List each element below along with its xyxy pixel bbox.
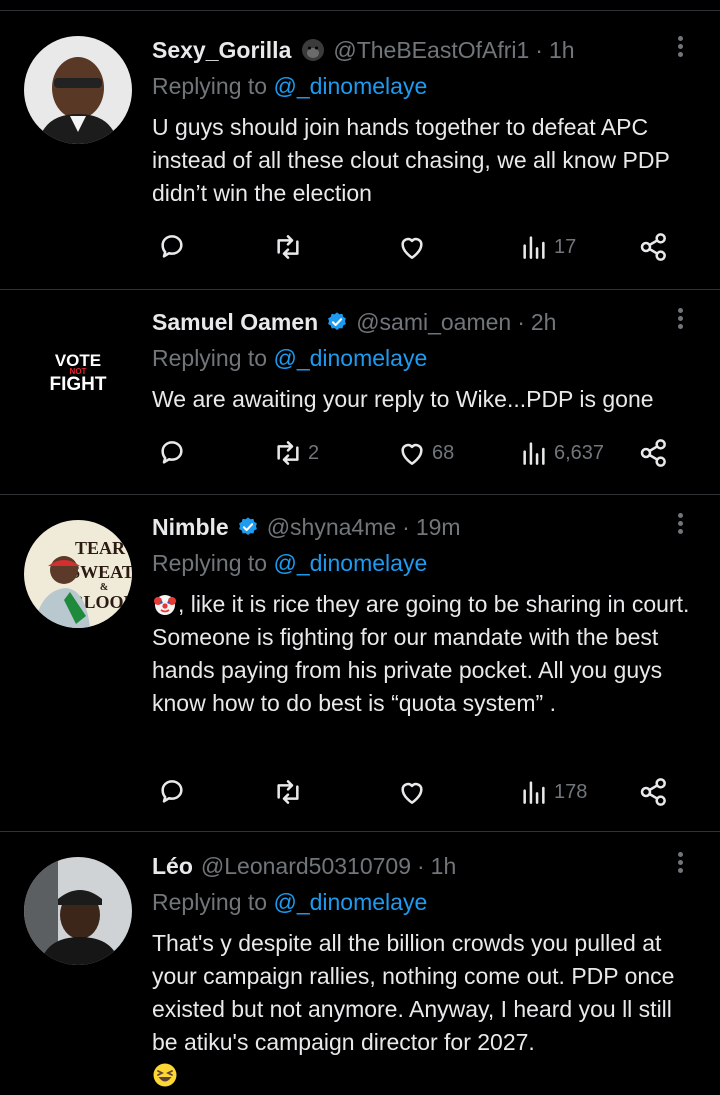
replying-prefix: Replying to xyxy=(152,73,274,99)
retweet-button[interactable] xyxy=(272,227,308,267)
retweet-icon xyxy=(277,235,299,259)
reply-button[interactable] xyxy=(156,772,192,812)
heart-icon xyxy=(401,782,423,804)
clown-emoji-icon xyxy=(152,591,178,617)
separator-dot: · xyxy=(402,513,410,540)
avatar[interactable]: VOTE NOT FIGHT xyxy=(24,316,132,424)
replying-to: Replying to @_dinomelaye xyxy=(152,889,427,916)
like-button[interactable]: 68 xyxy=(396,433,454,473)
tweet-header: Sexy_Gorilla @TheBEastOfAfri1 · 1h xyxy=(152,33,660,67)
retweet-count: 2 xyxy=(308,441,320,464)
timestamp[interactable]: 19m xyxy=(416,514,461,541)
retweet-icon xyxy=(277,780,299,804)
tweet-text: , like it is rice they are going to be s… xyxy=(152,591,690,716)
tweet[interactable]: Sexy_Gorilla @TheBEastOfAfri1 · 1h Reply… xyxy=(0,11,720,290)
heart-icon xyxy=(401,443,423,465)
views-chart-icon xyxy=(523,781,545,804)
replying-to-link[interactable]: @_dinomelaye xyxy=(273,73,427,99)
retweet-icon xyxy=(277,441,299,465)
replying-prefix: Replying to xyxy=(152,345,274,371)
replying-to-link[interactable]: @_dinomelaye xyxy=(273,550,427,576)
tweet-text: That's y despite all the billion crowds … xyxy=(152,930,675,1055)
replying-prefix: Replying to xyxy=(152,550,274,576)
tweet-header: Nimble @shyna4me · 19m xyxy=(152,510,660,544)
avatar-text-sweat: SWEAT xyxy=(70,562,132,582)
reply-button[interactable] xyxy=(156,433,192,473)
tweet[interactable]: TEAR SWEAT & BLOOD Nimble @shyna4me · 19… xyxy=(0,496,720,832)
gorilla-emoji-icon xyxy=(301,38,325,62)
views-button[interactable]: 6,637 xyxy=(518,433,604,473)
view-count: 178 xyxy=(554,780,588,803)
replying-to: Replying to @_dinomelaye xyxy=(152,550,427,577)
heart-icon xyxy=(401,237,423,259)
reply-icon xyxy=(161,235,183,258)
separator-dot: · xyxy=(416,852,425,879)
tweet[interactable]: VOTE NOT FIGHT Samuel Oamen @sami_oamen … xyxy=(0,291,720,495)
more-options-icon[interactable] xyxy=(674,33,686,63)
share-icon xyxy=(640,233,666,261)
avatar[interactable] xyxy=(24,36,132,144)
views-button[interactable]: 17 xyxy=(518,227,576,267)
tweet-actions: 17 xyxy=(152,227,682,267)
timestamp[interactable]: 2h xyxy=(531,309,557,336)
avatar-text-fight: FIGHT xyxy=(50,374,107,395)
verified-badge-icon xyxy=(326,311,348,333)
tweet-text: We are awaiting your reply to Wike...PDP… xyxy=(152,386,654,412)
separator-dot: · xyxy=(517,308,525,335)
reply-icon xyxy=(161,441,183,464)
tweet-text-block: That's y despite all the billion crowds … xyxy=(152,927,697,1092)
like-button[interactable] xyxy=(396,772,432,812)
display-name[interactable]: Sexy_Gorilla xyxy=(152,37,291,64)
tweet-text-block: , like it is rice they are going to be s… xyxy=(152,588,697,720)
timestamp[interactable]: 1h xyxy=(431,853,457,880)
views-chart-icon xyxy=(523,442,545,465)
replying-to: Replying to @_dinomelaye xyxy=(152,73,427,100)
separator-dot: · xyxy=(535,36,543,63)
timestamp[interactable]: 1h xyxy=(549,37,575,64)
like-button[interactable] xyxy=(396,227,432,267)
reply-icon xyxy=(161,780,183,803)
tweet-actions: 2 68 6,637 xyxy=(152,433,682,473)
more-options-icon[interactable] xyxy=(674,305,686,335)
like-count: 68 xyxy=(432,441,455,464)
user-handle[interactable]: @sami_oamen xyxy=(356,309,511,336)
tweet-actions: 178 xyxy=(152,772,682,812)
more-options-icon[interactable] xyxy=(674,510,686,540)
avatar[interactable] xyxy=(24,857,132,965)
tweet-header: Léo @Leonard50310709 · 1h xyxy=(152,849,660,883)
avatar[interactable]: TEAR SWEAT & BLOOD xyxy=(24,520,132,628)
views-button[interactable]: 178 xyxy=(518,772,587,812)
display-name[interactable]: Léo xyxy=(152,853,193,880)
replying-to-link[interactable]: @_dinomelaye xyxy=(273,345,427,371)
replying-to: Replying to @_dinomelaye xyxy=(152,345,427,372)
view-count: 17 xyxy=(554,235,577,258)
user-handle[interactable]: @TheBEastOfAfri1 xyxy=(333,37,529,64)
display-name[interactable]: Samuel Oamen xyxy=(152,309,318,336)
share-button[interactable] xyxy=(638,433,670,473)
user-handle[interactable]: @shyna4me xyxy=(267,514,396,541)
replying-prefix: Replying to xyxy=(152,889,274,915)
tweet-text: U guys should join hands together to def… xyxy=(152,114,670,206)
user-handle[interactable]: @Leonard50310709 xyxy=(201,853,411,880)
avatar-text-tear: TEAR xyxy=(75,538,126,558)
verified-badge-icon xyxy=(237,516,259,538)
view-count: 6,637 xyxy=(554,441,605,464)
share-icon xyxy=(640,778,666,806)
views-chart-icon xyxy=(523,236,545,259)
tweet-header: Samuel Oamen @sami_oamen · 2h xyxy=(152,305,660,339)
share-button[interactable] xyxy=(638,772,670,812)
display-name[interactable]: Nimble xyxy=(152,514,229,541)
laughing-emoji-icon xyxy=(152,1062,178,1088)
share-icon xyxy=(640,439,666,467)
share-button[interactable] xyxy=(638,227,670,267)
tweet[interactable]: Léo @Leonard50310709 · 1h Replying to @_… xyxy=(0,833,720,1095)
replying-to-link[interactable]: @_dinomelaye xyxy=(273,889,427,915)
retweet-button[interactable]: 2 xyxy=(272,433,319,473)
retweet-button[interactable] xyxy=(272,772,308,812)
more-options-icon[interactable] xyxy=(674,849,686,879)
reply-button[interactable] xyxy=(156,227,192,267)
